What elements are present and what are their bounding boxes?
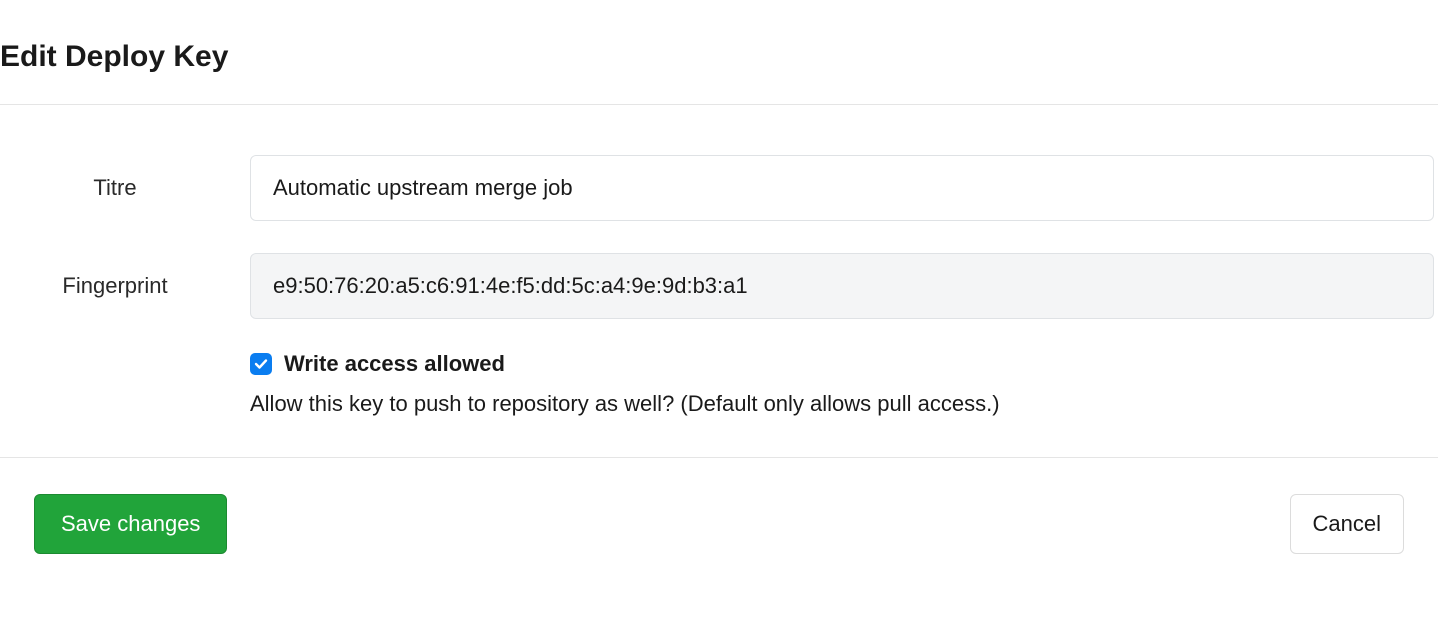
write-access-label[interactable]: Write access allowed bbox=[284, 351, 505, 377]
actions-bar: Save changes Cancel bbox=[0, 457, 1438, 590]
write-access-hint: Allow this key to push to repository as … bbox=[250, 391, 1000, 417]
page-title: Edit Deploy Key bbox=[0, 0, 1438, 104]
write-access-checkbox[interactable] bbox=[250, 353, 272, 375]
write-access-row: Write access allowed Allow this key to p… bbox=[0, 351, 1438, 417]
form-area: Titre Fingerprint e9:50:76:20:a5:c6:91:4… bbox=[0, 105, 1438, 457]
cancel-button[interactable]: Cancel bbox=[1290, 494, 1404, 554]
fingerprint-value: e9:50:76:20:a5:c6:91:4e:f5:dd:5c:a4:9e:9… bbox=[250, 253, 1434, 319]
save-button[interactable]: Save changes bbox=[34, 494, 227, 554]
title-input[interactable] bbox=[250, 155, 1434, 221]
fingerprint-label: Fingerprint bbox=[0, 273, 250, 299]
title-row: Titre bbox=[0, 155, 1438, 221]
checkmark-icon bbox=[254, 357, 268, 371]
title-label: Titre bbox=[0, 175, 250, 201]
fingerprint-row: Fingerprint e9:50:76:20:a5:c6:91:4e:f5:d… bbox=[0, 253, 1438, 319]
